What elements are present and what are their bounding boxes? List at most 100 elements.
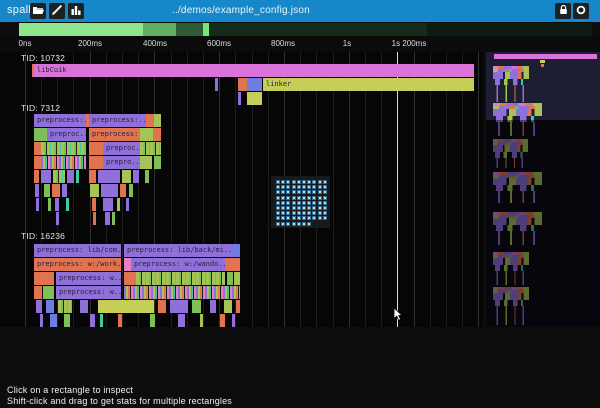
selected-rect[interactable]	[318, 211, 322, 215]
flame-bar[interactable]: prepro..	[103, 156, 140, 169]
flame-bar[interactable]: preprocess: w..	[56, 272, 121, 285]
selected-rect[interactable]	[281, 216, 285, 220]
selected-rect[interactable]	[302, 222, 306, 226]
flame-bar[interactable]	[140, 156, 152, 169]
selected-rect[interactable]	[302, 211, 306, 215]
selected-rect[interactable]	[297, 206, 301, 210]
settings-button[interactable]	[573, 3, 589, 19]
flame-bar[interactable]	[62, 184, 67, 197]
selected-rect[interactable]	[276, 201, 280, 205]
flame-bar[interactable]	[227, 272, 233, 285]
flame-bar[interactable]: preprocess:..	[34, 114, 86, 127]
selected-rect[interactable]	[281, 201, 285, 205]
flame-bar[interactable]	[192, 300, 201, 313]
selected-rect[interactable]	[307, 211, 311, 215]
flame-bar[interactable]	[154, 114, 161, 127]
flame-bar[interactable]	[236, 300, 240, 313]
flame-bar[interactable]	[100, 314, 103, 327]
selected-rect[interactable]	[297, 180, 301, 184]
selected-rect[interactable]	[318, 206, 322, 210]
flame-bar[interactable]	[41, 156, 86, 169]
flame-bar[interactable]	[98, 170, 120, 183]
flame-bar[interactable]	[64, 314, 70, 327]
flame-bar[interactable]	[53, 170, 65, 183]
selected-rect[interactable]	[281, 185, 285, 189]
flame-bar[interactable]	[140, 142, 161, 155]
flame-bar[interactable]: preprocess: w:/wando..	[131, 258, 225, 271]
selected-rect[interactable]	[323, 216, 327, 220]
selected-rect[interactable]	[297, 222, 301, 226]
selected-rect[interactable]	[292, 206, 296, 210]
flame-bar[interactable]	[140, 128, 153, 141]
selected-rect[interactable]	[276, 216, 280, 220]
flame-bar[interactable]	[36, 300, 42, 313]
selected-rect[interactable]	[292, 196, 296, 200]
flame-bar[interactable]: preprocess: lib/back/mi..	[124, 244, 231, 257]
flame-bar[interactable]	[126, 198, 129, 211]
flame-bar[interactable]: preproc..	[103, 142, 140, 155]
flame-bar[interactable]	[129, 184, 133, 197]
flame-bar[interactable]	[122, 170, 131, 183]
selected-rect[interactable]	[318, 190, 322, 194]
selected-rect[interactable]	[276, 190, 280, 194]
selected-rect[interactable]	[276, 206, 280, 210]
flame-bar[interactable]	[118, 314, 122, 327]
flame-bar[interactable]	[238, 78, 247, 91]
selected-rect[interactable]	[286, 185, 290, 189]
selected-rect[interactable]	[307, 196, 311, 200]
flame-bar[interactable]	[150, 314, 155, 327]
selected-rect[interactable]	[286, 201, 290, 205]
selected-rect[interactable]	[323, 185, 327, 189]
flame-bar[interactable]	[44, 184, 50, 197]
selected-rect[interactable]	[276, 180, 280, 184]
flame-bar[interactable]: preproc..	[47, 128, 86, 141]
flame-bar[interactable]	[133, 170, 139, 183]
selected-rect[interactable]	[307, 222, 311, 226]
flame-bar[interactable]	[238, 92, 241, 105]
flame-bar[interactable]	[103, 198, 113, 211]
flame-bar[interactable]	[36, 198, 39, 211]
selected-rect[interactable]	[318, 196, 322, 200]
selected-rect[interactable]	[286, 211, 290, 215]
selected-rect[interactable]	[312, 185, 316, 189]
lock-button[interactable]	[555, 3, 571, 19]
selected-rect[interactable]	[302, 196, 306, 200]
flame-bar[interactable]	[89, 156, 103, 169]
selected-rect[interactable]	[307, 201, 311, 205]
selected-rect[interactable]	[286, 206, 290, 210]
selected-rect[interactable]	[302, 190, 306, 194]
flame-bar[interactable]: preprocess:..	[89, 128, 140, 141]
flame-bar[interactable]	[136, 272, 225, 285]
selected-rect[interactable]	[323, 180, 327, 184]
selected-rect[interactable]	[312, 211, 316, 215]
flame-bar[interactable]	[34, 286, 42, 299]
selected-rect[interactable]	[323, 190, 327, 194]
flame-bar[interactable]	[117, 198, 120, 211]
flame-bar[interactable]	[67, 170, 74, 183]
selected-rect[interactable]	[281, 190, 285, 194]
selected-rect[interactable]	[292, 211, 296, 215]
flame-bar[interactable]	[200, 314, 203, 327]
flame-bar[interactable]	[170, 300, 188, 313]
flame-bar[interactable]	[46, 300, 54, 313]
selected-rect[interactable]	[281, 180, 285, 184]
selected-rect[interactable]	[302, 185, 306, 189]
flame-bar[interactable]	[89, 142, 103, 155]
measure-button[interactable]	[49, 3, 65, 19]
flame-bar[interactable]	[210, 300, 216, 313]
selected-rect[interactable]	[297, 201, 301, 205]
selected-rect[interactable]	[318, 180, 322, 184]
selected-rect[interactable]	[286, 216, 290, 220]
selected-rect[interactable]	[292, 216, 296, 220]
flame-bar[interactable]	[40, 314, 43, 327]
selected-rect[interactable]	[276, 196, 280, 200]
flame-bar[interactable]	[234, 272, 240, 285]
flame-bar[interactable]	[105, 212, 110, 225]
selected-rect[interactable]	[302, 216, 306, 220]
selected-rect[interactable]	[312, 196, 316, 200]
histogram-overview[interactable]	[0, 23, 600, 36]
flame-bar[interactable]	[58, 300, 72, 313]
flame-bar[interactable]	[66, 198, 69, 211]
flame-bar[interactable]	[120, 184, 126, 197]
flame-bar[interactable]	[43, 286, 54, 299]
